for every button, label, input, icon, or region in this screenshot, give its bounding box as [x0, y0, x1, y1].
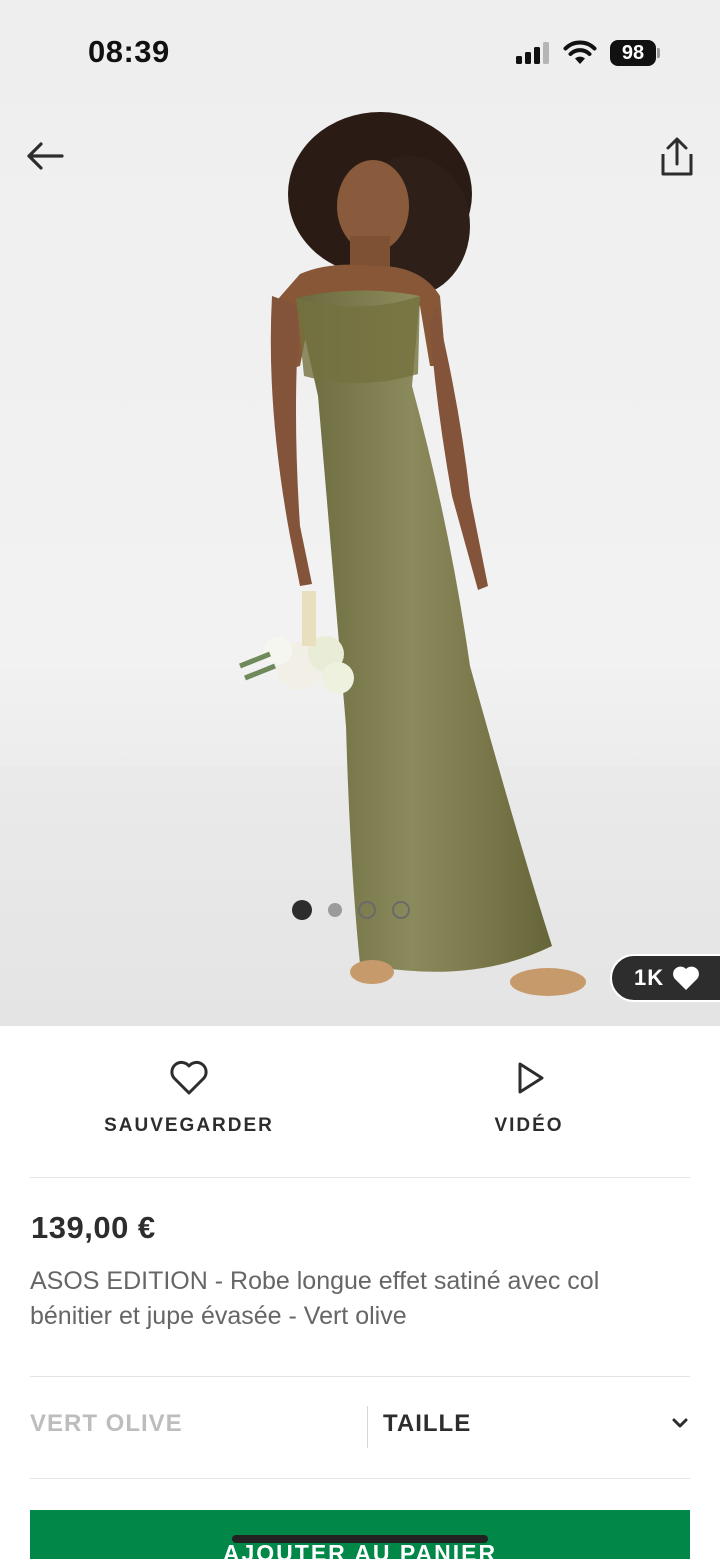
- save-button[interactable]: SAUVEGARDER: [89, 1060, 289, 1137]
- battery-level: 98: [621, 42, 645, 64]
- heart-filled-icon: [673, 966, 700, 990]
- battery-tip: [657, 48, 660, 58]
- size-label: TAILLE: [383, 1410, 472, 1437]
- play-icon: [518, 1062, 544, 1094]
- video-button[interactable]: VIDÉO: [429, 1060, 629, 1137]
- gallery-dot-4[interactable]: [392, 901, 410, 919]
- wifi-icon: [563, 40, 597, 64]
- status-bar: 08:39 98: [0, 0, 720, 106]
- size-selector[interactable]: TAILLE: [383, 1410, 693, 1446]
- back-arrow-icon[interactable]: [22, 136, 68, 176]
- save-label: SAUVEGARDER: [104, 1115, 274, 1136]
- video-label: VIDÉO: [494, 1115, 564, 1136]
- product-title: ASOS EDITION - Robe longue effet satiné …: [30, 1267, 600, 1330]
- color-selector: VERT OLIVE: [30, 1410, 183, 1437]
- divider: [30, 1376, 690, 1377]
- divider: [30, 1177, 690, 1178]
- status-time: 08:39: [88, 34, 170, 69]
- share-icon[interactable]: [654, 134, 700, 180]
- home-indicator: [232, 1535, 488, 1543]
- likes-count: 1K: [634, 965, 665, 990]
- heart-outline-icon: [170, 1060, 208, 1095]
- gallery-dot-1[interactable]: [292, 900, 312, 920]
- product-photo: [239, 112, 586, 996]
- options-separator: [367, 1406, 368, 1448]
- gallery-dot-2[interactable]: [328, 903, 342, 917]
- product-image-gallery[interactable]: 1K: [0, 106, 720, 1026]
- gallery-dot-3[interactable]: [358, 901, 376, 919]
- gallery-pagination: [292, 898, 426, 922]
- chevron-down-icon: [672, 1418, 688, 1428]
- product-price: 139,00 €: [31, 1210, 156, 1245]
- divider: [30, 1478, 690, 1479]
- cellular-signal-icon: [516, 42, 552, 64]
- likes-badge[interactable]: 1K: [610, 954, 720, 1002]
- battery-icon: 98: [610, 40, 656, 66]
